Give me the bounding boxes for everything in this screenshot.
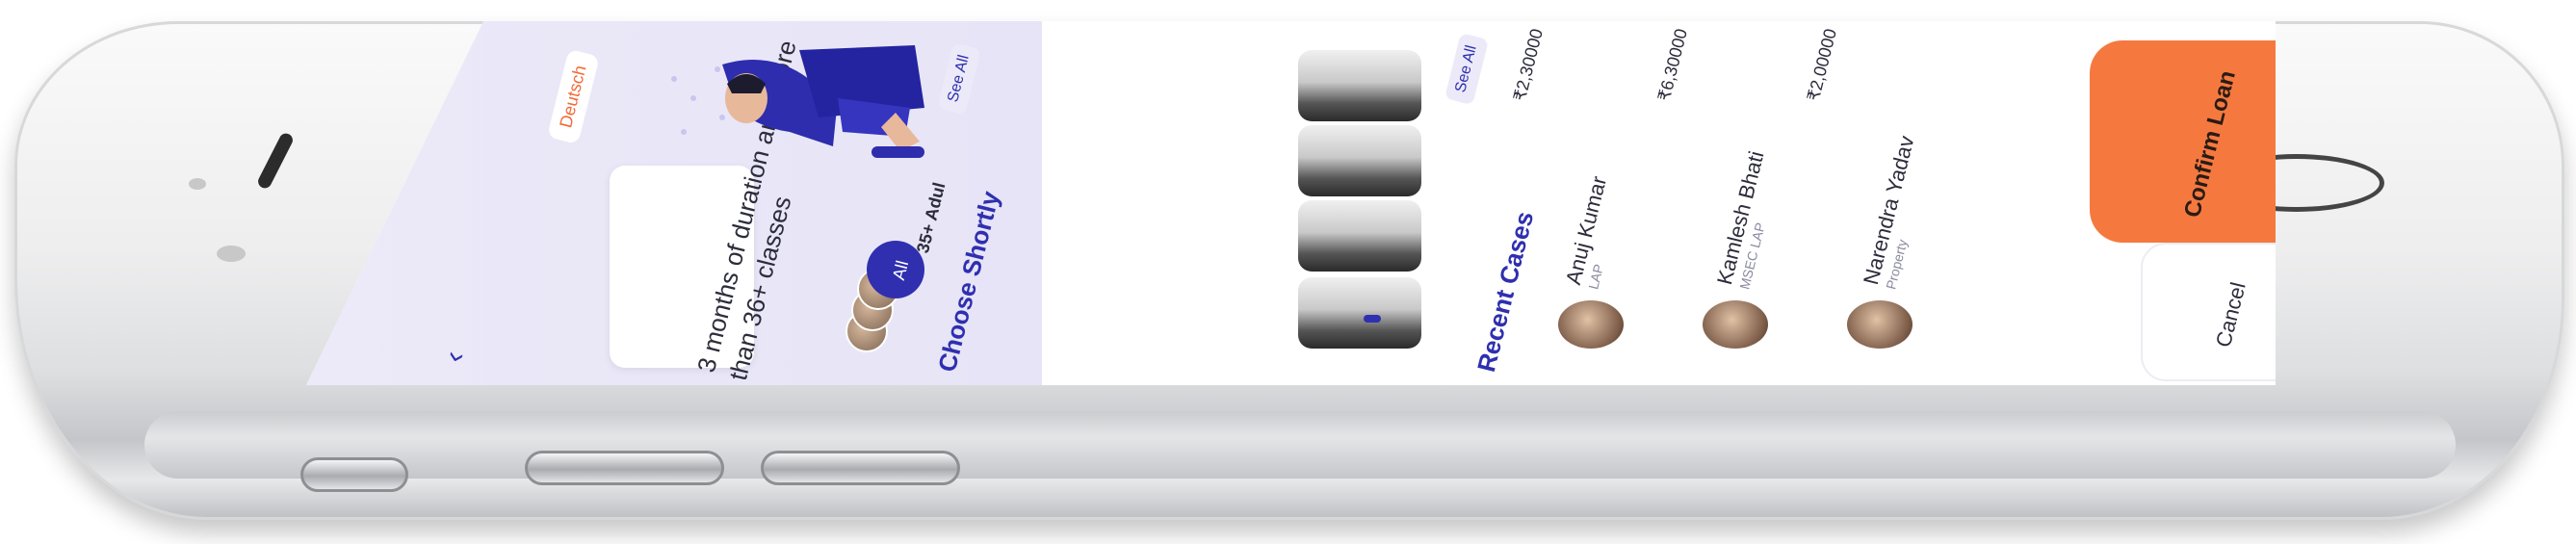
mentor-photo[interactable] (1298, 50, 1421, 121)
cancel-button[interactable] (2141, 243, 2276, 381)
language-pill[interactable]: Deutsch (547, 48, 600, 144)
case-amount: ₹2,00000 (1804, 26, 1840, 103)
mentor-photo[interactable] (1298, 200, 1421, 272)
chevron-left-icon[interactable]: ‹ (435, 348, 472, 366)
see-all-cases-button[interactable]: See All (1444, 33, 1489, 106)
case-avatar[interactable] (1703, 300, 1768, 349)
case-avatar[interactable] (1558, 300, 1624, 349)
front-camera (189, 178, 206, 190)
mentor-photo[interactable] (1298, 125, 1421, 196)
mentor-photo[interactable] (1298, 277, 1421, 349)
volume-up-button (525, 451, 724, 485)
volume-down-button (761, 451, 960, 485)
case-item[interactable]: Anuj Kumar LAP (1561, 173, 1627, 291)
case-item[interactable]: Kamlesh Bhati MSEC LAP (1712, 148, 1784, 291)
recent-cases-title: Recent Cases (1471, 208, 1540, 376)
mute-switch (300, 457, 408, 492)
case-amount: ₹2,30000 (1510, 26, 1547, 103)
phone-side-band (144, 411, 2456, 479)
carousel-indicator (1364, 315, 1381, 323)
case-avatar[interactable] (1847, 300, 1912, 349)
case-item[interactable]: Narendra Yadav Property (1859, 134, 1935, 292)
case-amount: ₹6,30000 (1654, 26, 1691, 103)
app-screen: ‹ Deutsch 3 months of duration and more … (306, 21, 2276, 385)
proximity-sensor (217, 246, 246, 262)
